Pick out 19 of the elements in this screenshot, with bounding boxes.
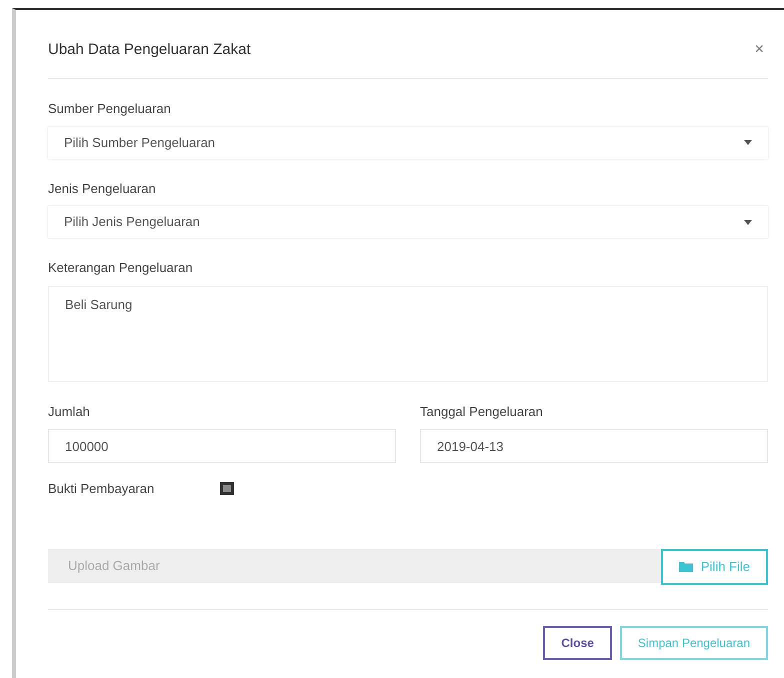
field-label: Tanggal Pengeluaran	[420, 402, 544, 421]
select-field[interactable]: Pilih Jenis Pengeluaran	[48, 206, 768, 238]
close-button[interactable]: Close	[543, 626, 612, 660]
input-field[interactable]: 100000	[48, 429, 396, 463]
select-field[interactable]: Pilih Sumber Pengeluaran	[48, 126, 768, 158]
field-label: Bukti Pembayaran	[48, 480, 156, 498]
caret-icon	[744, 140, 752, 145]
description-field[interactable]: Beli Sarung	[48, 286, 768, 382]
upload-field[interactable]: Upload Gambar	[48, 548, 661, 582]
field-label: Keterangan Pengeluaran	[48, 259, 194, 277]
input-field[interactable]: 2019-04-13	[420, 429, 768, 463]
field-label: Jenis Pengeluaran	[48, 180, 157, 198]
close-button[interactable]: ×	[750, 38, 768, 62]
image-icon	[220, 482, 234, 496]
field-label: Sumber Pengeluaran	[48, 100, 172, 118]
caret-icon	[744, 220, 752, 224]
field-label: Jumlah	[48, 402, 91, 420]
folder-icon	[678, 561, 693, 572]
modal-title: Ubah Data Pengeluaran Zakat	[48, 40, 251, 60]
